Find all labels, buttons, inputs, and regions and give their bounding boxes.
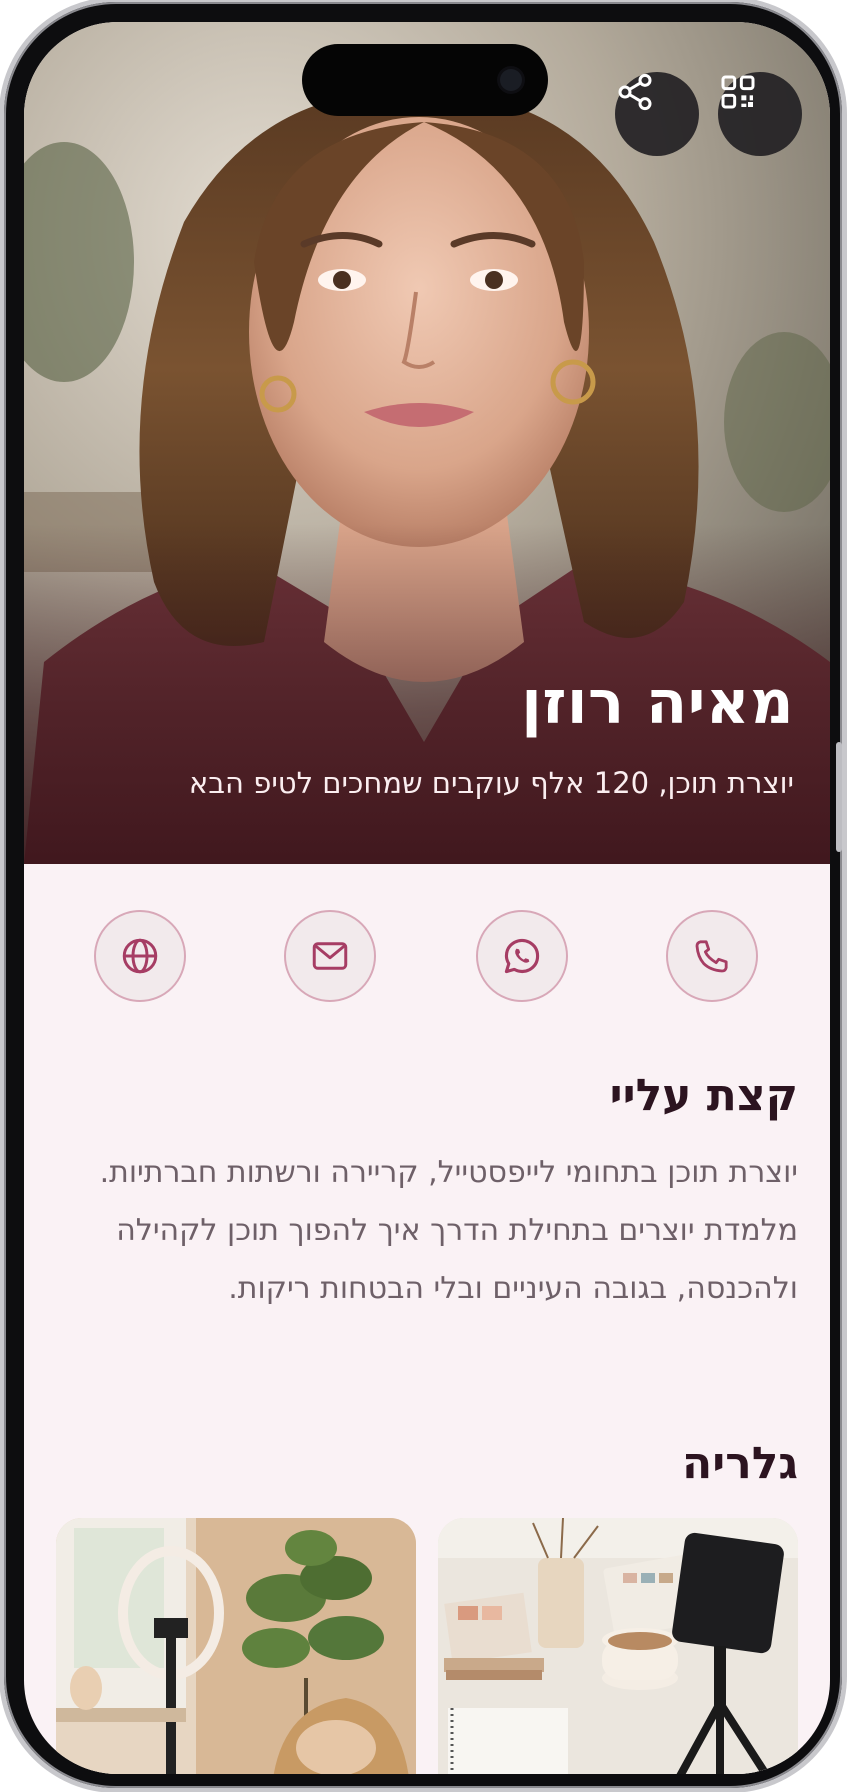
mail-icon [312, 942, 348, 970]
qr-code-button[interactable] [718, 72, 802, 156]
profile-tagline: יוצרת תוכן, 120 אלף עוקבים שמחכים לטיפ ה… [188, 766, 794, 800]
contact-actions [24, 910, 830, 1006]
email-button[interactable] [284, 910, 376, 1002]
share-icon [618, 73, 652, 111]
about-heading: קצת עליי [609, 1070, 798, 1121]
qr-code-icon [721, 75, 755, 109]
phone-button[interactable] [666, 910, 758, 1002]
phone-icon [695, 940, 728, 973]
about-text: יוצרת תוכן בתחומי לייפסטייל, קריירה ורשת… [99, 1155, 798, 1306]
camera-icon [500, 69, 522, 91]
gallery-heading: גלריה [682, 1438, 798, 1489]
gallery-image-desk[interactable] [438, 1518, 798, 1774]
website-button[interactable] [94, 910, 186, 1002]
globe-icon [122, 938, 158, 974]
room-photo [56, 1518, 416, 1774]
desk-photo [438, 1518, 798, 1774]
share-button[interactable] [615, 72, 699, 156]
profile-hero: מאיה רוזן יוצרת תוכן, 120 אלף עוקבים שמח… [24, 22, 830, 864]
profile-name: מאיה רוזן [521, 668, 794, 738]
phone-side-button [836, 742, 842, 852]
whatsapp-icon [504, 938, 540, 974]
dynamic-island [302, 44, 548, 116]
whatsapp-button[interactable] [476, 910, 568, 1002]
phone-frame: מאיה רוזן יוצרת תוכן, 120 אלף עוקבים שמח… [4, 2, 842, 1788]
screen: מאיה רוזן יוצרת תוכן, 120 אלף עוקבים שמח… [24, 22, 830, 1774]
gallery-image-room[interactable] [56, 1518, 416, 1774]
